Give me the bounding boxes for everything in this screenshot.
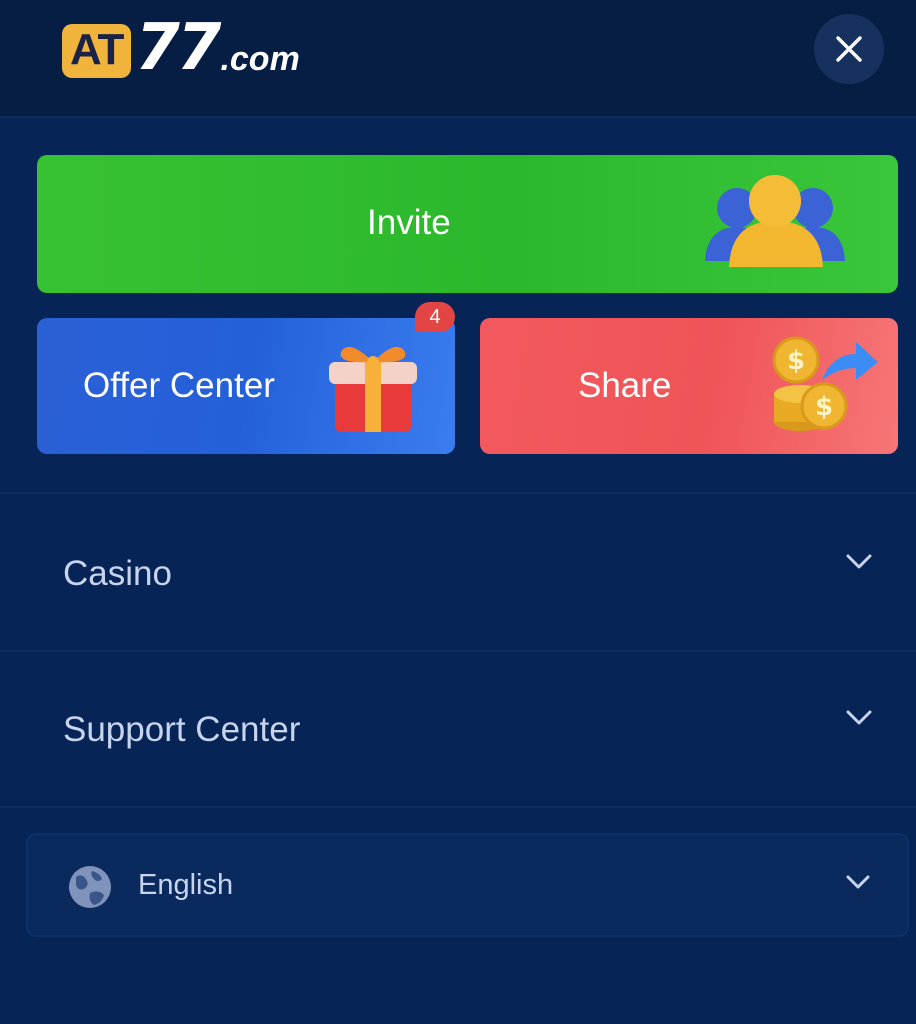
offer-center-label: Offer Center [83, 366, 275, 405]
invite-label: Invite [367, 203, 451, 242]
close-button[interactable] [814, 14, 884, 84]
menu-item-label: Casino [63, 554, 172, 593]
chevron-down-icon [846, 554, 872, 569]
logo-domain: .com [220, 40, 300, 78]
globe-icon [69, 866, 111, 908]
language-label: English [138, 869, 234, 901]
people-icon [705, 175, 845, 267]
menu-item-support-center[interactable]: Support Center [0, 650, 916, 806]
menu-item-label: Support Center [63, 710, 301, 749]
logo[interactable]: AT 77 .com [62, 11, 300, 85]
share-button[interactable]: Share $ $ [480, 318, 898, 454]
close-icon [836, 36, 862, 62]
header: AT 77 .com [0, 0, 916, 118]
menu-item-casino[interactable]: Casino [0, 494, 916, 650]
chevron-down-icon [846, 710, 872, 725]
invite-button[interactable]: Invite [37, 155, 898, 293]
divider [0, 806, 916, 808]
chevron-down-icon [846, 875, 870, 889]
language-selector[interactable]: English [26, 833, 909, 937]
svg-text:$: $ [815, 392, 833, 422]
svg-text:$: $ [787, 346, 805, 376]
offer-center-button[interactable]: Offer Center [37, 318, 455, 454]
logo-brand: AT [62, 24, 132, 78]
gift-box-icon [329, 346, 417, 432]
coins-arrow-icon: $ $ [772, 336, 878, 431]
share-label: Share [578, 366, 672, 405]
logo-number: 77 [135, 11, 221, 85]
offer-count-badge: 4 [415, 302, 455, 332]
